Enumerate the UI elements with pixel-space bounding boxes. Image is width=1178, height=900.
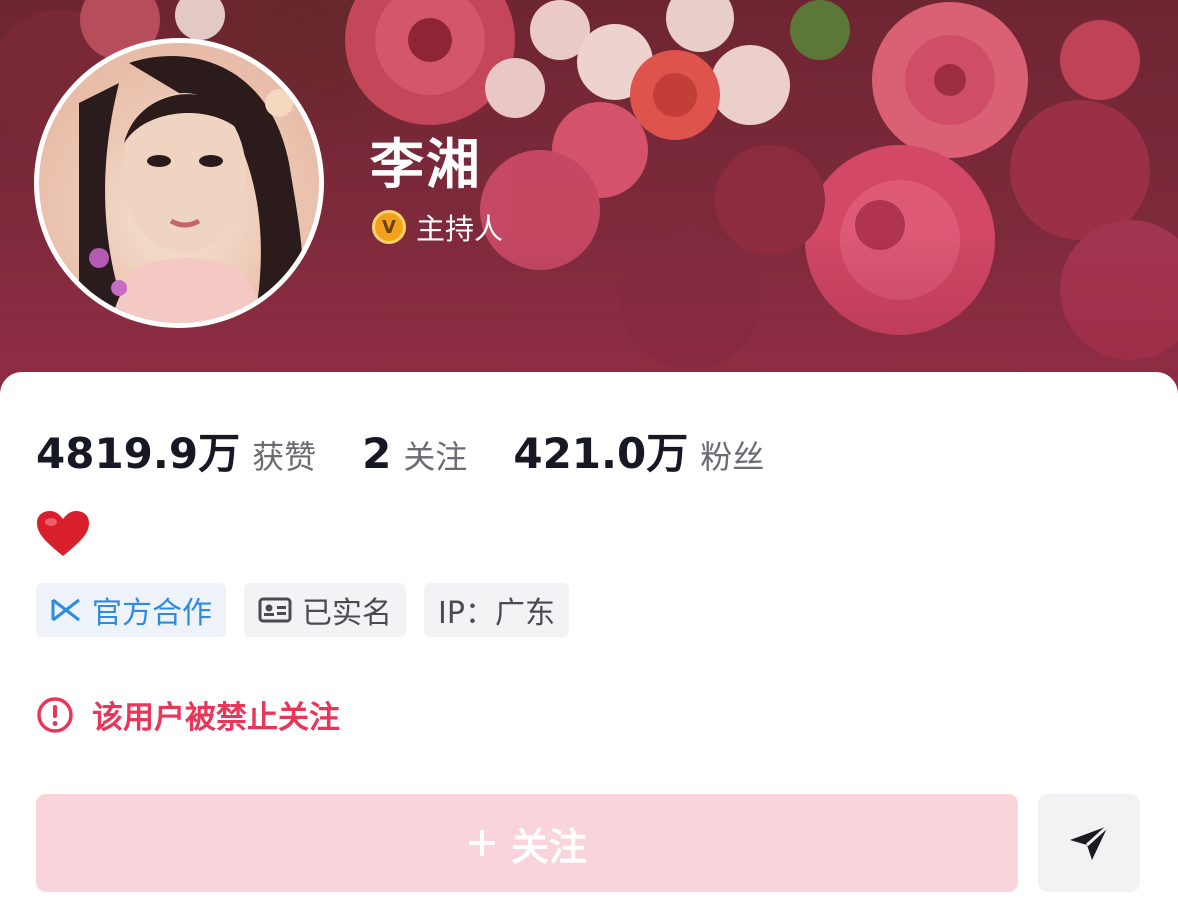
- verification-row: V 主持人: [372, 206, 503, 248]
- profile-tags: 官方合作 已实名 IP：广东: [36, 583, 569, 637]
- follow-button-label: 关注: [510, 824, 587, 869]
- send-icon: [1070, 824, 1110, 860]
- verified-badge-icon: V: [372, 210, 406, 244]
- profile-page: 李湘 V 主持人 4819.9万 获赞 2 关注 421.0万 粉丝 官方合作 …: [0, 0, 1178, 900]
- avatar-portrait-image: [79, 56, 304, 323]
- warning-circle-icon: [37, 696, 73, 733]
- stat-likes[interactable]: 4819.9万 获赞: [36, 420, 316, 481]
- stat-label: 粉丝: [700, 438, 765, 476]
- follow-ban-text: 该用户被禁止关注: [92, 700, 340, 736]
- stat-label: 关注: [403, 438, 468, 476]
- stat-followers[interactable]: 421.0万 粉丝: [513, 420, 764, 481]
- follow-ban-notice: 该用户被禁止关注: [36, 692, 340, 737]
- avatar[interactable]: [34, 38, 324, 328]
- stat-label: 获赞: [252, 438, 317, 476]
- tag-label: 官方合作: [92, 596, 212, 631]
- stats-row: 4819.9万 获赞 2 关注 421.0万 粉丝: [36, 420, 810, 481]
- id-card-icon: [258, 597, 292, 623]
- profile-card: 4819.9万 获赞 2 关注 421.0万 粉丝 官方合作 已实名 IP：广东…: [0, 372, 1178, 900]
- tag-official-cooperation[interactable]: 官方合作: [36, 583, 226, 637]
- tag-ip-location: IP：广东: [424, 583, 569, 637]
- stat-value: 421.0万: [513, 429, 689, 478]
- tag-label: 已实名: [302, 596, 392, 631]
- red-heart-icon: [37, 511, 89, 556]
- plus-icon: [468, 830, 495, 856]
- official-cooperation-icon: [51, 598, 80, 622]
- avatar-photo: [39, 43, 319, 323]
- stat-value: 4819.9万: [36, 429, 241, 478]
- follow-button[interactable]: 关注: [36, 794, 1018, 892]
- stat-value: 2: [362, 429, 392, 478]
- stat-following[interactable]: 2 关注: [362, 429, 467, 478]
- tag-real-name[interactable]: 已实名: [244, 583, 406, 637]
- send-message-button[interactable]: [1038, 794, 1140, 892]
- profile-role: 主持人: [416, 212, 504, 246]
- tag-label: IP：广东: [438, 596, 555, 631]
- profile-name: 李湘: [370, 133, 482, 196]
